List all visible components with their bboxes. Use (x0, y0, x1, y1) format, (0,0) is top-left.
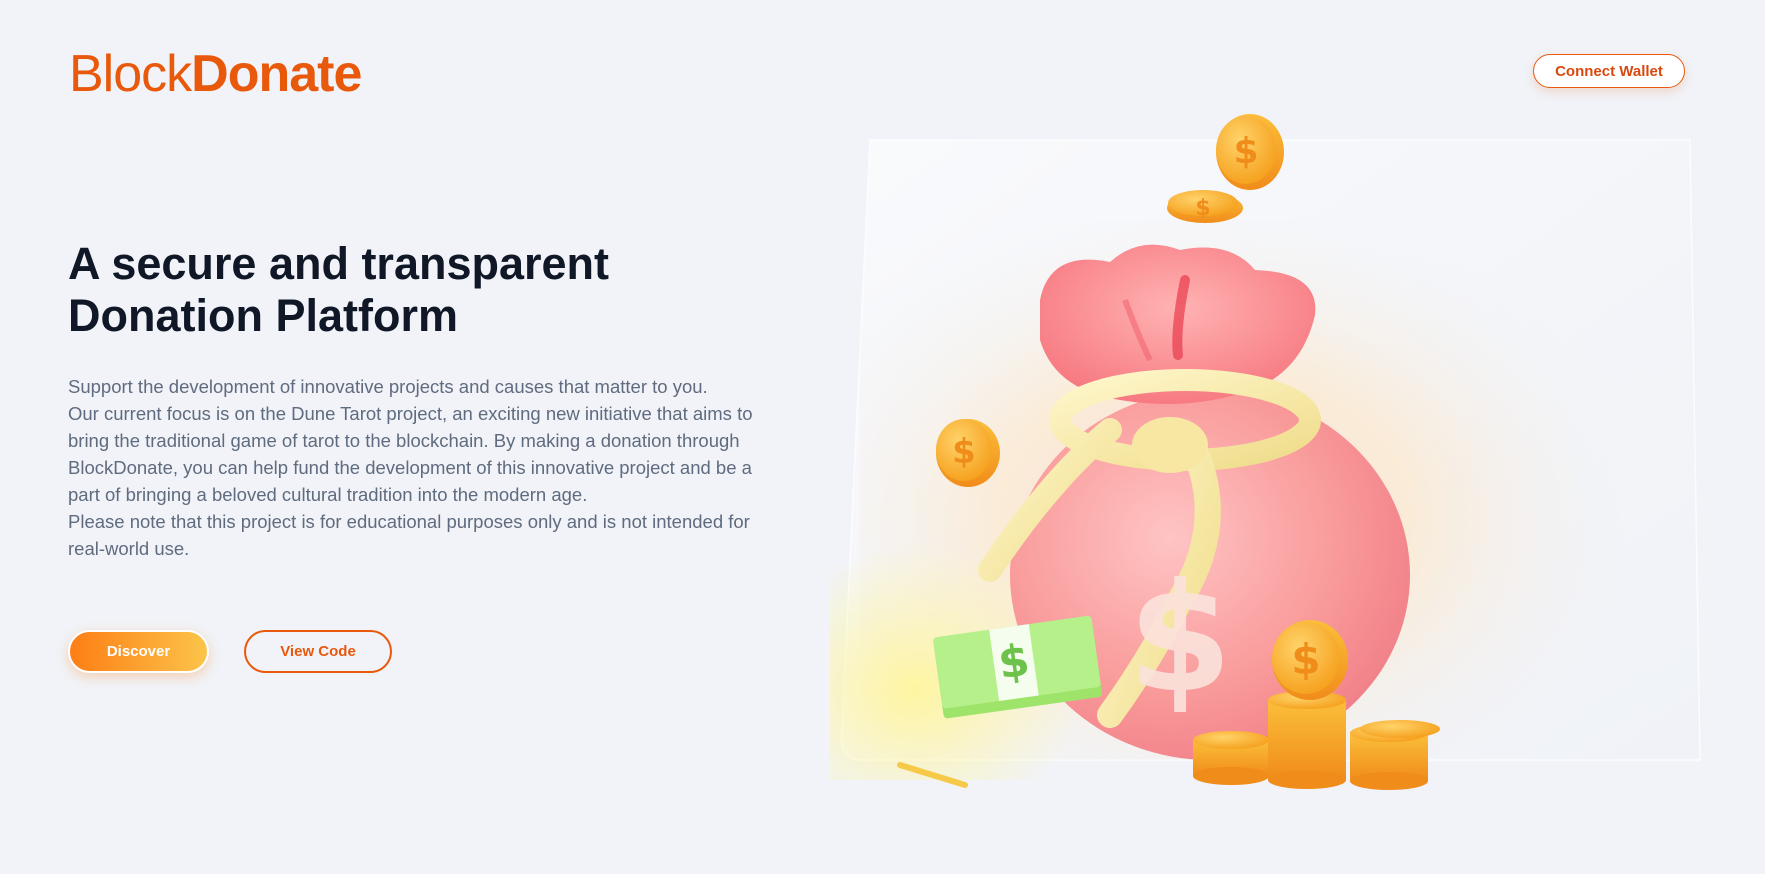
hero-title-line-2: Donation Platform (68, 290, 458, 341)
logo[interactable]: BlockDonate (69, 42, 362, 106)
svg-text:$: $ (1128, 552, 1232, 726)
discover-button[interactable]: Discover (68, 630, 209, 673)
view-code-button[interactable]: View Code (244, 630, 392, 673)
connect-wallet-button[interactable]: Connect Wallet (1533, 54, 1685, 88)
svg-text:$: $ (1233, 131, 1258, 172)
hero-title-line-1: A secure and transparent (68, 238, 610, 289)
hero-paragraph: Our current focus is on the Dune Tarot p… (68, 403, 753, 505)
landing-page: BlockDonate Connect Wallet A secure and … (0, 0, 1765, 874)
logo-text-bold: Donate (191, 45, 362, 103)
svg-text:$: $ (1291, 635, 1320, 684)
hero-title: A secure and transparent Donation Platfo… (68, 238, 828, 342)
hero-paragraph: Please note that this project is for edu… (68, 511, 750, 559)
logo-text-light: Block (69, 45, 192, 103)
hero-description: Support the development of innovative pr… (68, 373, 780, 562)
svg-text:$: $ (1195, 196, 1210, 221)
hero-paragraph: Support the development of innovative pr… (68, 376, 708, 397)
money-bag-illustration: $ $ $ $ $ $ (830, 114, 1701, 790)
svg-text:$: $ (952, 432, 976, 472)
